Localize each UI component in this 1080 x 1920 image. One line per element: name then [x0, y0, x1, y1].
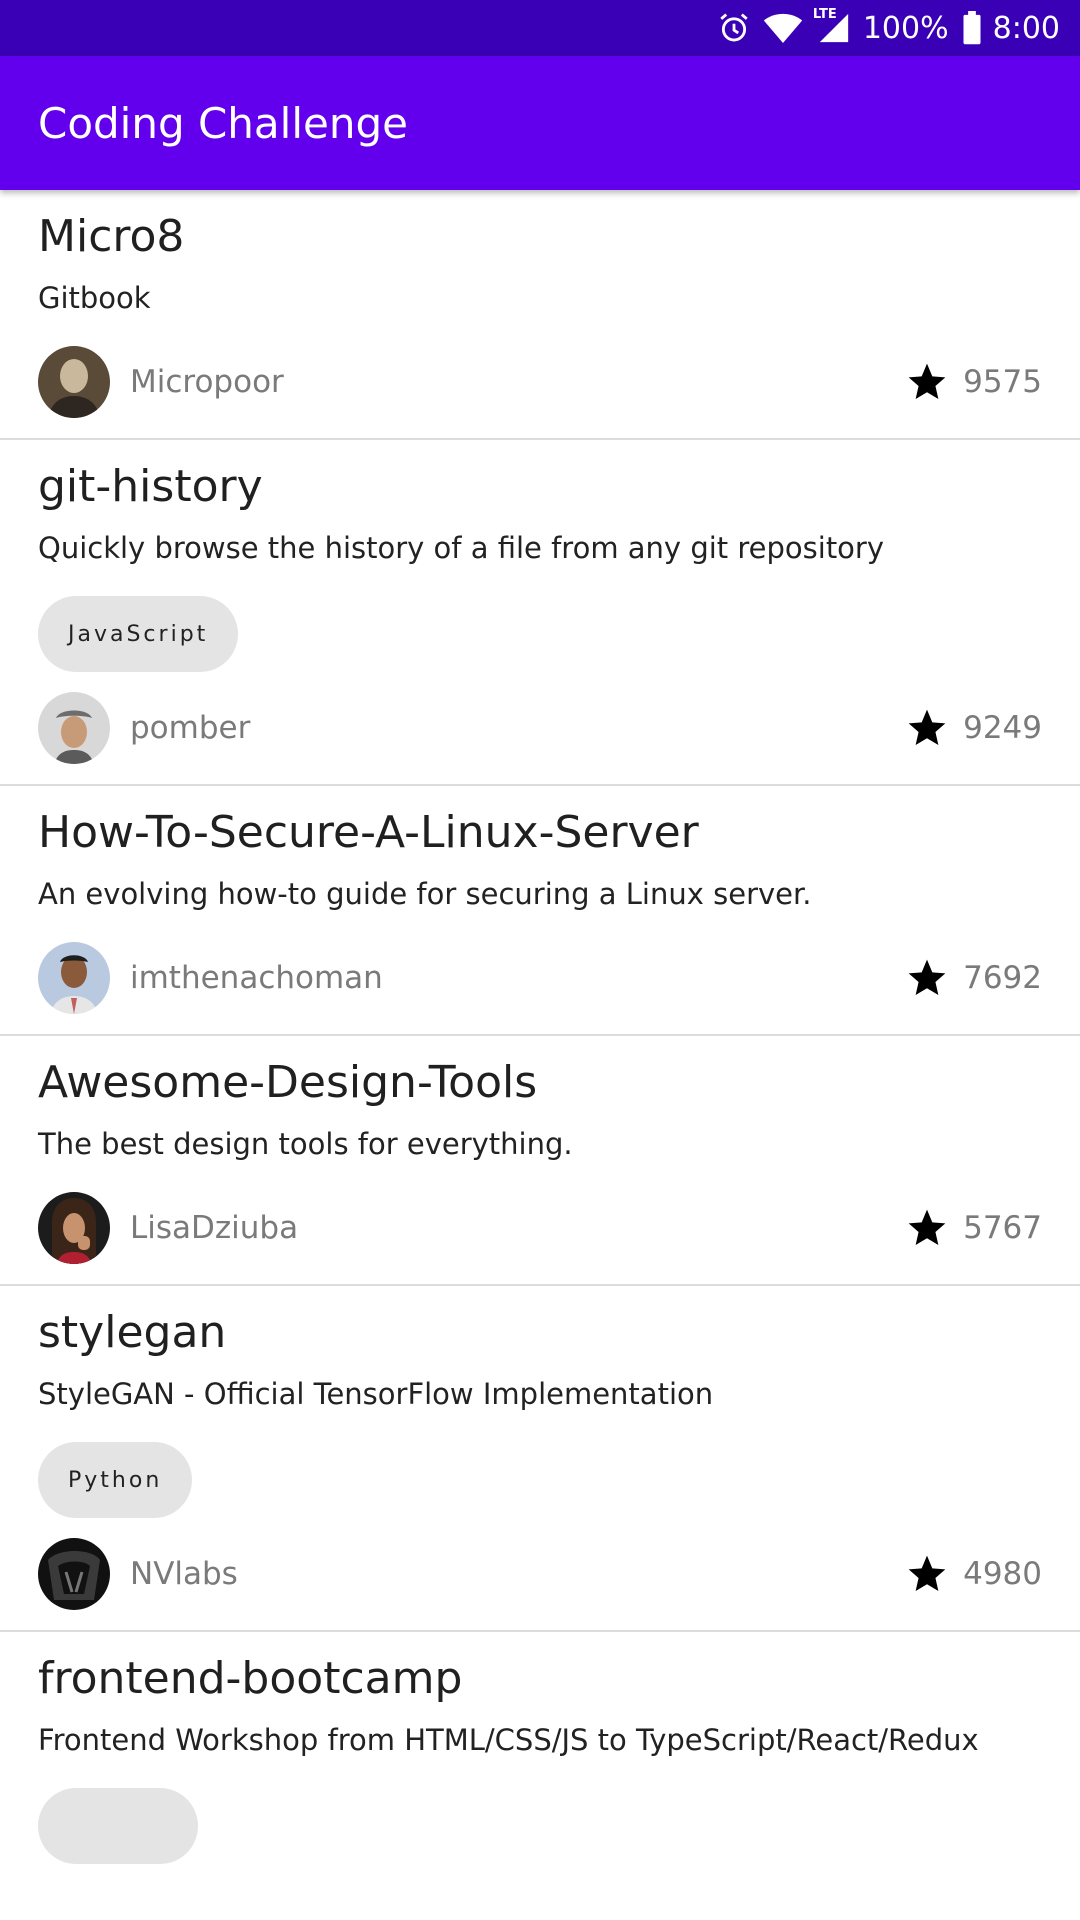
repo-name: frontend-bootcamp [38, 1653, 463, 1704]
owner-avatar [38, 692, 110, 764]
repo-footer: LisaDziuba 5767 [38, 1192, 1042, 1264]
repo-footer: NVlabs 4980 [38, 1538, 1042, 1610]
repo-card[interactable]: Awesome-Design-Tools The best design too… [0, 1036, 1080, 1286]
repo-name: stylegan [38, 1307, 227, 1358]
clock: 8:00 [992, 10, 1060, 46]
cell-signal-icon: LTE [813, 7, 853, 45]
repo-card[interactable]: stylegan StyleGAN - Official TensorFlow … [0, 1286, 1080, 1632]
star-icon [905, 706, 949, 750]
owner-avatar [38, 346, 110, 418]
repo-footer: pomber 9249 [38, 692, 1042, 764]
repo-name: How-To-Secure-A-Linux-Server [38, 807, 699, 858]
owner-avatar [38, 1538, 110, 1610]
star-icon [905, 1206, 949, 1250]
network-label: LTE [812, 7, 837, 22]
wifi-icon [763, 11, 803, 45]
star-count: 5767 [963, 1210, 1042, 1246]
owner-name: pomber [130, 710, 251, 746]
repo-description: Frontend Workshop from HTML/CSS/JS to Ty… [38, 1723, 979, 1757]
repo-name: git-history [38, 461, 263, 512]
owner-name: LisaDziuba [130, 1210, 299, 1246]
status-bar: LTE 100% 8:00 [0, 0, 1080, 56]
owner-name: Micropoor [130, 364, 284, 400]
repo-description: Quickly browse the history of a file fro… [38, 531, 885, 565]
repo-list[interactable]: Micro8 Gitbook Micropoor 9575 git-histor… [0, 190, 1080, 1889]
repo-description: An evolving how-to guide for securing a … [38, 877, 812, 911]
alarm-icon [717, 11, 751, 45]
star-icon [905, 956, 949, 1000]
owner-name: NVlabs [130, 1556, 238, 1592]
star-count: 9575 [963, 364, 1042, 400]
language-chip: Python [38, 1442, 193, 1518]
repo-footer: Micropoor 9575 [38, 346, 1042, 418]
app-bar: Coding Challenge [0, 56, 1080, 190]
owner-avatar [38, 942, 110, 1014]
repo-description: The best design tools for everything. [38, 1127, 573, 1161]
star-icon [905, 360, 949, 404]
repo-card[interactable]: How-To-Secure-A-Linux-Server An evolving… [0, 786, 1080, 1036]
language-chip [38, 1788, 198, 1864]
repo-description: StyleGAN - Official TensorFlow Implement… [38, 1377, 714, 1411]
repo-name: Awesome-Design-Tools [38, 1057, 538, 1108]
battery-icon [961, 11, 983, 45]
repo-card[interactable]: Micro8 Gitbook Micropoor 9575 [0, 190, 1080, 440]
app-title: Coding Challenge [38, 98, 408, 148]
star-count: 7692 [963, 960, 1042, 996]
owner-avatar [38, 1192, 110, 1264]
star-count: 9249 [963, 710, 1042, 746]
battery-percentage: 100% [862, 10, 949, 46]
owner-name: imthenachoman [130, 960, 383, 996]
language-chip: JavaScript [38, 596, 239, 672]
star-count: 4980 [963, 1556, 1042, 1592]
repo-footer: imthenachoman 7692 [38, 942, 1042, 1014]
repo-card[interactable]: git-history Quickly browse the history o… [0, 440, 1080, 786]
repo-name: Micro8 [38, 211, 185, 262]
repo-card[interactable]: frontend-bootcamp Frontend Workshop from… [0, 1632, 1080, 1889]
repo-description: Gitbook [38, 281, 151, 315]
star-icon [905, 1552, 949, 1596]
